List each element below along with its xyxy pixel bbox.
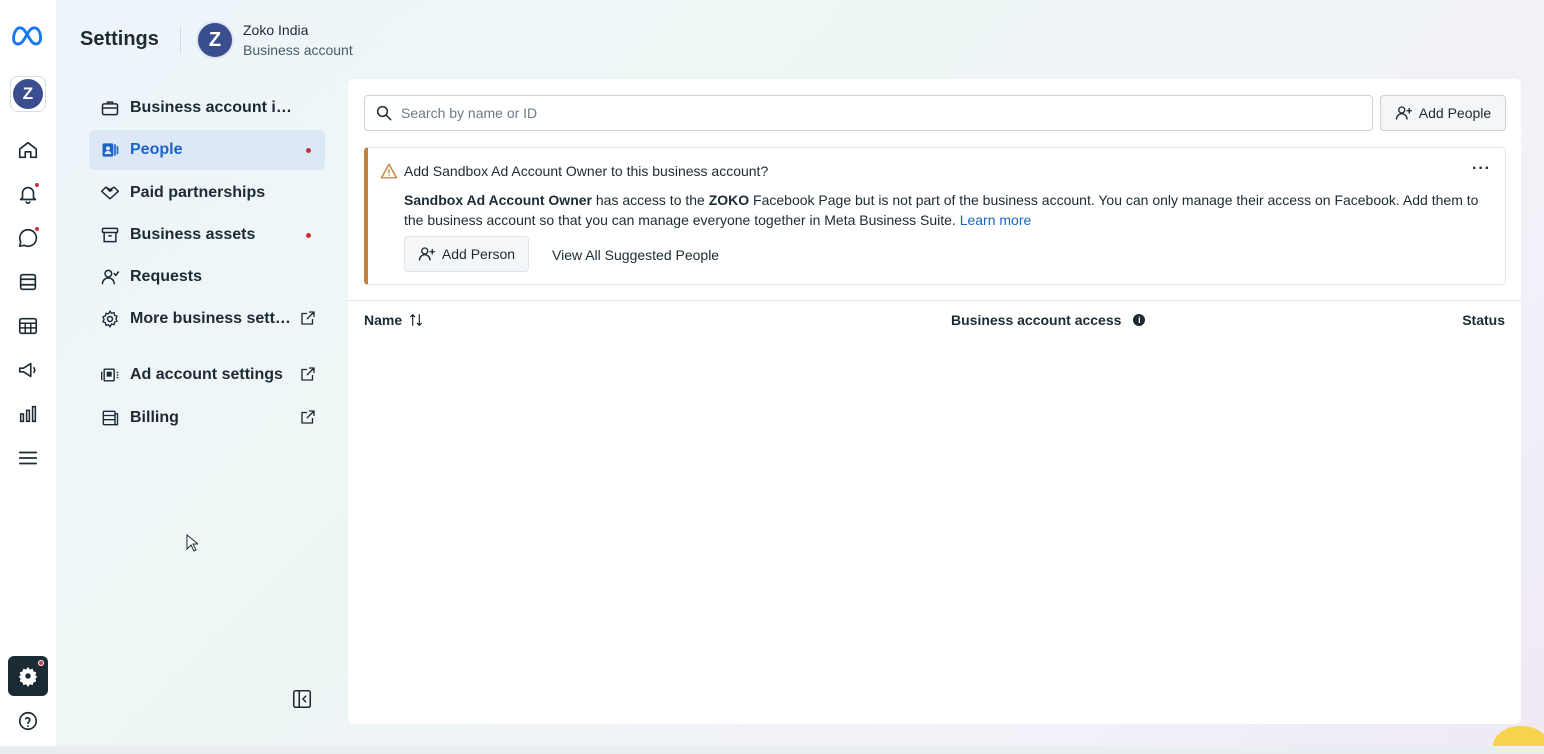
notice-body: Sandbox Ad Account Owner has access to t…	[404, 190, 1494, 230]
nav-label: Paid partnerships	[130, 184, 266, 201]
messages-icon[interactable]	[10, 220, 46, 256]
suggestion-notice: Add Sandbox Ad Account Owner to this bus…	[364, 147, 1506, 285]
column-header-access: Business account access i	[951, 312, 1146, 328]
content-icon[interactable]	[10, 264, 46, 300]
notifications-icon[interactable]	[10, 176, 46, 212]
settings-dot	[38, 660, 44, 666]
nav-people[interactable]: People	[89, 130, 325, 170]
nav-label: More business sett…	[130, 310, 291, 327]
nav-paid-partnerships[interactable]: Paid partnerships	[89, 173, 325, 213]
nav-label: Business account info	[130, 99, 295, 116]
notice-title: Add Sandbox Ad Account Owner to this bus…	[404, 163, 769, 179]
mouse-cursor-icon	[186, 534, 198, 552]
nav-business-assets[interactable]: Business assets	[89, 215, 325, 255]
nav-more-business-settings[interactable]: More business sett…	[89, 299, 325, 339]
page-title: Settings	[80, 28, 159, 50]
menu-icon[interactable]	[10, 440, 46, 476]
notice-text: has access to the	[591, 192, 709, 208]
business-avatar-button[interactable]: Z	[10, 76, 46, 112]
zoko-logo-icon: Z	[13, 79, 43, 109]
more-options-button[interactable]: ···	[1472, 160, 1491, 178]
header-divider	[180, 26, 181, 54]
view-all-suggested-button[interactable]: View All Suggested People	[552, 247, 719, 263]
people-alert-dot	[306, 148, 311, 153]
add-people-label: Add People	[1418, 105, 1492, 121]
column-label: Business account access	[951, 312, 1122, 328]
help-icon[interactable]	[10, 703, 46, 739]
sort-icon	[410, 314, 423, 326]
search-box[interactable]	[364, 95, 1373, 131]
bottom-strip	[0, 746, 1544, 754]
warning-icon	[380, 163, 398, 179]
external-link-icon	[301, 311, 315, 325]
settings-rail-button[interactable]	[8, 656, 48, 696]
person-request-icon	[99, 266, 121, 288]
notice-page-name: ZOKO	[708, 192, 750, 208]
handshake-icon	[99, 182, 121, 204]
nav-label: Requests	[130, 268, 203, 285]
column-header-status: Status	[1462, 312, 1505, 328]
add-person-icon	[418, 247, 436, 261]
billing-icon	[99, 407, 121, 429]
assets-alert-dot	[306, 233, 311, 238]
nav-billing[interactable]: Billing	[89, 398, 325, 438]
table-divider	[348, 300, 1521, 301]
account-name[interactable]: Zoko India	[243, 22, 308, 38]
nav-label: Billing	[130, 409, 179, 426]
nav-requests[interactable]: Requests	[89, 257, 325, 297]
learn-more-link[interactable]: Learn more	[960, 212, 1032, 228]
nav-label: Ad account settings	[130, 366, 283, 383]
search-icon	[376, 105, 392, 121]
ad-account-icon	[99, 364, 121, 386]
add-person-icon	[1395, 106, 1412, 120]
planner-icon[interactable]	[10, 308, 46, 344]
add-person-button[interactable]: Add Person	[404, 236, 529, 272]
account-avatar[interactable]: Z	[196, 21, 234, 59]
info-icon[interactable]: i	[1133, 314, 1146, 326]
settings-icon	[18, 666, 38, 687]
add-people-button[interactable]: Add People	[1380, 95, 1506, 131]
nav-ad-account-settings[interactable]: Ad account settings	[89, 355, 325, 395]
nav-business-account-info[interactable]: Business account info	[89, 88, 325, 128]
search-input[interactable]	[401, 105, 1301, 121]
add-person-label: Add Person	[441, 246, 516, 262]
home-icon[interactable]	[10, 132, 46, 168]
messages-dot	[34, 226, 40, 232]
ads-icon[interactable]	[10, 352, 46, 388]
nav-label: Business assets	[130, 226, 256, 243]
people-icon	[99, 139, 121, 161]
column-label: Name	[364, 312, 403, 328]
meta-logo-icon[interactable]	[10, 17, 46, 53]
account-type: Business account	[243, 42, 353, 58]
people-panel: Add People Add Sandbox Ad Account Owner …	[348, 79, 1521, 724]
external-link-icon	[301, 367, 315, 381]
external-link-icon	[301, 410, 315, 424]
left-icon-rail: Z	[0, 0, 56, 754]
nav-label: People	[130, 141, 183, 158]
notice-person-name: Sandbox Ad Account Owner	[404, 192, 592, 208]
gear-icon	[99, 308, 121, 330]
archive-icon	[99, 224, 121, 246]
collapse-sidebar-icon[interactable]	[291, 688, 313, 710]
briefcase-icon	[99, 97, 121, 119]
insights-icon[interactable]	[10, 396, 46, 432]
column-header-name[interactable]: Name	[364, 312, 424, 328]
notification-dot	[34, 182, 40, 188]
